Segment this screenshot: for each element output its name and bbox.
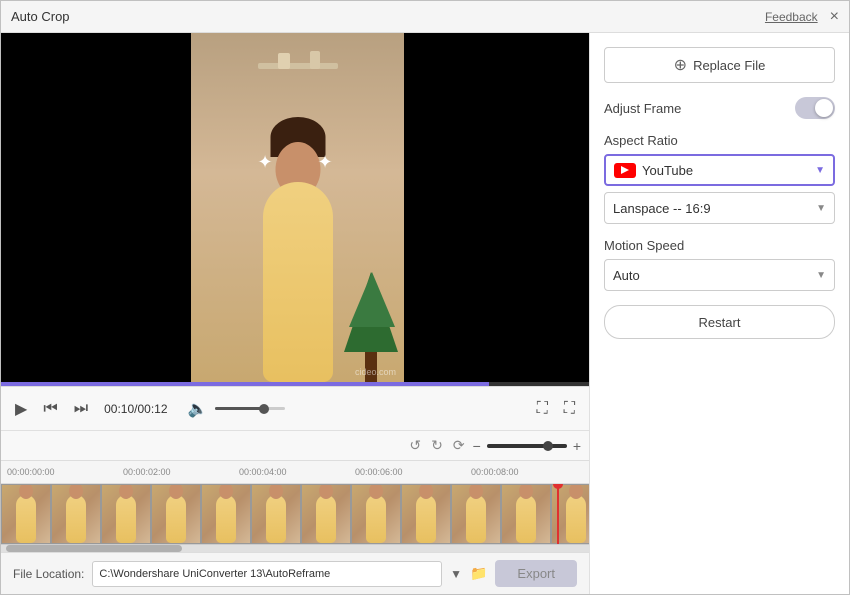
motion-speed-selected-label: Auto bbox=[613, 268, 816, 283]
thumb-9 bbox=[401, 484, 451, 544]
scrollbar-thumb bbox=[6, 545, 182, 552]
youtube-icon bbox=[614, 163, 636, 178]
orientation-dropdown-wrapper: Lanspace -- 16:9 ▼ bbox=[604, 192, 835, 224]
aspect-ratio-dropdown-arrow: ▼ bbox=[815, 165, 825, 176]
ruler-mark-1: 00:00:02:00 bbox=[121, 467, 237, 477]
close-button[interactable]: × bbox=[830, 9, 839, 25]
sparkle-left-icon: ✦ bbox=[258, 152, 278, 172]
timeline-zoom-bar: ↺ ↻ ⟳ − + bbox=[1, 430, 589, 460]
replace-file-label: Replace File bbox=[693, 58, 765, 73]
video-area: ✦ ✦ cideo.com bbox=[1, 33, 589, 382]
playhead[interactable] bbox=[557, 484, 559, 544]
thumb-11 bbox=[501, 484, 551, 544]
fullscreen-button[interactable]: ⛶ bbox=[560, 398, 579, 420]
export-button[interactable]: Export bbox=[495, 560, 577, 587]
video-black-right bbox=[404, 33, 589, 382]
person-figure: ✦ ✦ bbox=[238, 122, 358, 382]
orientation-dropdown-arrow: ▼ bbox=[816, 203, 826, 214]
thumbnail-strip bbox=[1, 484, 589, 544]
aspect-ratio-dropdown[interactable]: YouTube ▼ bbox=[604, 154, 835, 186]
volume-thumb bbox=[259, 404, 269, 414]
main-window: Auto Crop Feedback × bbox=[0, 0, 850, 595]
title-bar-actions: Feedback × bbox=[765, 9, 839, 25]
undo-redo-section: ↺ ↻ ⟳ bbox=[407, 435, 466, 456]
person-body bbox=[263, 182, 333, 382]
adjust-frame-label: Adjust Frame bbox=[604, 101, 681, 116]
replace-file-icon: ⊕ bbox=[674, 55, 687, 75]
skip-back-button[interactable]: ⏮ bbox=[39, 398, 61, 420]
timeline-scrollbar[interactable] bbox=[1, 544, 589, 552]
ruler-mark-2: 00:00:04:00 bbox=[237, 467, 353, 477]
motion-speed-label: Motion Speed bbox=[604, 238, 684, 253]
file-location-label: File Location: bbox=[13, 567, 84, 581]
skip-forward-button[interactable]: ⏭ bbox=[70, 398, 92, 420]
ruler-mark-4: 00:00:08:00 bbox=[469, 467, 585, 477]
zoom-out-button[interactable]: − bbox=[473, 438, 481, 454]
file-path-input[interactable] bbox=[92, 561, 442, 587]
timeline-ruler: 00:00:00:00 00:00:02:00 00:00:04:00 00:0… bbox=[1, 460, 589, 484]
orientation-selected-label: Lanspace -- 16:9 bbox=[613, 201, 816, 216]
adjust-frame-toggle[interactable] bbox=[795, 97, 835, 119]
undo-button[interactable]: ↺ bbox=[407, 435, 423, 456]
timeline-track[interactable] bbox=[1, 484, 589, 544]
ruler-mark-0: 00:00:00:00 bbox=[5, 467, 121, 477]
aspect-ratio-section: Aspect Ratio YouTube ▼ Lanspace -- 16:9 bbox=[604, 133, 835, 224]
zoom-in-button[interactable]: + bbox=[573, 438, 581, 454]
watermark-text: cideo.com bbox=[355, 367, 396, 377]
time-display: 00:10/00:12 bbox=[104, 402, 167, 416]
toggle-knob bbox=[815, 99, 833, 117]
video-frame: ✦ ✦ cideo.com bbox=[1, 33, 589, 382]
thumb-4 bbox=[151, 484, 201, 544]
ruler-mark-3: 00:00:06:00 bbox=[353, 467, 469, 477]
play-button[interactable]: ▶ bbox=[11, 397, 31, 421]
sparkle-right-icon: ✦ bbox=[318, 152, 338, 172]
thumb-3 bbox=[101, 484, 151, 544]
zoom-slider[interactable] bbox=[487, 444, 567, 448]
adjust-frame-row: Adjust Frame bbox=[604, 97, 835, 119]
motion-speed-section: Motion Speed Auto ▼ bbox=[604, 238, 835, 291]
fullscreen-small-button[interactable]: ⛶ bbox=[533, 398, 552, 420]
thumb-6 bbox=[251, 484, 301, 544]
thumb-10 bbox=[451, 484, 501, 544]
motion-speed-dropdown-wrapper: Auto ▼ bbox=[604, 259, 835, 291]
feedback-link[interactable]: Feedback bbox=[765, 10, 818, 24]
volume-icon[interactable]: 🔈 bbox=[184, 397, 212, 421]
left-panel: ✦ ✦ cideo.com ▶ ⏮ ⏭ 00:10/00:12 bbox=[1, 33, 589, 594]
folder-browse-button[interactable]: 📁 bbox=[470, 565, 487, 582]
orientation-dropdown[interactable]: Lanspace -- 16:9 ▼ bbox=[604, 192, 835, 224]
volume-slider[interactable] bbox=[215, 407, 285, 410]
thumb-7 bbox=[301, 484, 351, 544]
aspect-ratio-label: Aspect Ratio bbox=[604, 133, 678, 148]
video-main: ✦ ✦ cideo.com bbox=[191, 33, 404, 382]
window-title: Auto Crop bbox=[11, 9, 70, 24]
controls-bar: ▶ ⏮ ⏭ 00:10/00:12 🔈 ⛶ ⛶ bbox=[1, 386, 589, 430]
right-ctrl-btns: ⛶ ⛶ bbox=[533, 398, 579, 420]
redo-button[interactable]: ↻ bbox=[429, 435, 445, 456]
restart-button[interactable]: Restart bbox=[604, 305, 835, 339]
thumb-5 bbox=[201, 484, 251, 544]
replace-file-button[interactable]: ⊕ Replace File bbox=[604, 47, 835, 83]
right-panel: ⊕ Replace File Adjust Frame Aspect Ratio bbox=[589, 33, 849, 594]
volume-fill bbox=[215, 407, 261, 410]
motion-speed-dropdown-arrow: ▼ bbox=[816, 270, 826, 281]
bottom-bar: File Location: ▼ 📁 Export bbox=[1, 552, 589, 594]
main-content: ✦ ✦ cideo.com ▶ ⏮ ⏭ 00:10/00:12 bbox=[1, 33, 849, 594]
video-black-left bbox=[1, 33, 191, 382]
thumb-2 bbox=[51, 484, 101, 544]
zoom-thumb bbox=[543, 441, 553, 451]
motion-speed-dropdown[interactable]: Auto ▼ bbox=[604, 259, 835, 291]
aspect-ratio-dropdown-wrapper: YouTube ▼ bbox=[604, 154, 835, 186]
title-bar: Auto Crop Feedback × bbox=[1, 1, 849, 33]
volume-section: 🔈 bbox=[184, 397, 286, 421]
thumb-8 bbox=[351, 484, 401, 544]
ruler-marks: 00:00:00:00 00:00:02:00 00:00:04:00 00:0… bbox=[5, 467, 585, 477]
file-path-dropdown-button[interactable]: ▼ bbox=[450, 567, 462, 581]
thumb-1 bbox=[1, 484, 51, 544]
refresh-button[interactable]: ⟳ bbox=[451, 435, 467, 456]
aspect-ratio-selected-label: YouTube bbox=[642, 163, 815, 178]
